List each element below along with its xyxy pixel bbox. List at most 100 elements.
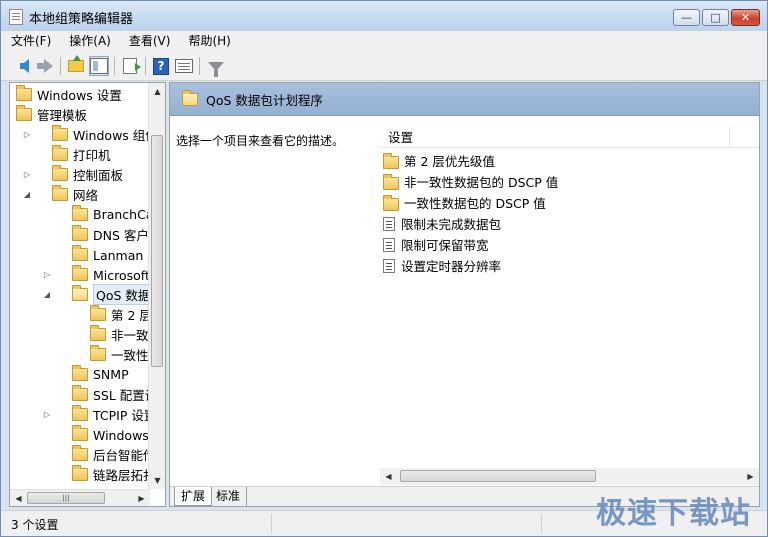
list-item-label: 设置定时器分辨率 [401,259,502,274]
tree-item[interactable]: SNMP [54,364,129,384]
list-item[interactable]: 限制未完成数据包 [383,213,501,234]
folder-icon [90,344,106,361]
list-item-label: 第 2 层优先级值 [404,154,495,169]
details-header: QoS 数据包计划程序 [170,83,759,116]
back-icon[interactable] [11,56,31,76]
folder-icon [72,364,88,381]
tree-item-label: 网络 [73,187,99,203]
toolbar-separator [199,57,200,75]
tree-item-label: 打印机 [73,147,111,163]
column-header[interactable]: 设置 [380,126,759,148]
title-bar[interactable]: 本地组策略编辑器 — □ ✕ [1,1,767,31]
tree-item-label: 控制面板 [73,167,124,183]
folder-icon [72,444,88,461]
tree-horizontal-scrollbar[interactable]: ◀ ||| ▶ [10,489,150,506]
details-horizontal-scrollbar[interactable]: ◀ ▶ [380,468,759,485]
folder-icon [52,124,68,141]
folder-icon [383,173,399,190]
tree-item[interactable]: ▷ TCPIP 设置 [44,404,156,424]
help-icon[interactable]: ? [151,56,171,76]
menu-file[interactable]: 文件(F) [1,31,59,51]
details-panel: QoS 数据包计划程序 选择一个项目来查看它的描述。 设置 第 2 层优先级值非… [169,82,760,507]
expand-arrow-icon[interactable]: ▷ [42,269,52,279]
folder-icon [72,464,88,481]
collapse-arrow-icon[interactable]: ◢ [42,289,52,299]
folder-icon [383,194,399,211]
scroll-up-icon[interactable]: ▲ [149,83,165,100]
policy-setting-icon [383,216,395,231]
folder-icon [90,324,106,341]
filter-icon[interactable] [206,56,226,77]
list-item-label: 限制未完成数据包 [401,217,502,232]
details-title: QoS 数据包计划程序 [206,92,323,108]
tree-item[interactable]: Windows 设置 [14,84,122,104]
menu-help[interactable]: 帮助(H) [178,31,238,51]
tree-item[interactable]: 管理模板 [14,104,87,124]
tab-extended[interactable]: 扩展 [174,487,213,506]
tree-item[interactable]: ◢ 网络 [24,184,99,204]
tree-item[interactable]: 打印机 [34,144,111,164]
tree-item-label: Windows 设置 [37,87,122,103]
details-hscroll-thumb[interactable] [400,470,596,482]
list-item[interactable]: 一致性数据包的 DSCP 值 [383,192,546,213]
expand-arrow-icon[interactable]: ▷ [22,129,32,139]
folder-icon [72,284,88,301]
list-item[interactable]: 第 2 层优先级值 [383,150,495,171]
scroll-right-icon[interactable]: ▶ [133,490,150,506]
forward-icon[interactable] [35,56,55,76]
tree-item[interactable]: ▷ Windows 组件 [24,124,158,144]
scroll-right-icon[interactable]: ▶ [742,468,759,485]
expand-arrow-icon[interactable]: ▷ [22,169,32,179]
tree-item[interactable]: ▷ 控制面板 [24,164,124,184]
status-separator [271,514,272,533]
scroll-down-icon[interactable]: ▼ [149,472,165,489]
menu-action[interactable]: 操作(A) [59,31,119,51]
folder-icon [72,424,88,441]
status-text: 3 个设置 [11,518,59,532]
scroll-left-icon[interactable]: ◀ [10,490,27,506]
policy-setting-icon [383,258,395,273]
scroll-left-icon[interactable]: ◀ [380,468,397,485]
list-item[interactable]: 非一致性数据包的 DSCP 值 [383,171,558,192]
list-item[interactable]: 限制可保留带宽 [383,234,489,255]
list-item-label: 一致性数据包的 DSCP 值 [404,196,546,211]
settings-list[interactable]: 设置 第 2 层优先级值非一致性数据包的 DSCP 值一致性数据包的 DSCP … [380,123,759,468]
maximize-button[interactable]: □ [702,9,729,26]
folder-icon [72,244,88,261]
folder-icon [16,104,32,121]
folder-icon [90,304,106,321]
column-header-settings[interactable]: 设置 [380,126,730,148]
tree-item[interactable]: DNS 客户端 [54,224,161,244]
description-text: 选择一个项目来查看它的描述。 [176,134,345,148]
folder-icon [72,384,88,401]
tab-standard[interactable]: 标准 [210,487,248,506]
policy-setting-icon [383,237,395,252]
properties-icon[interactable] [174,56,194,76]
tree-scroll-thumb[interactable] [151,135,163,367]
menu-view[interactable]: 查看(V) [119,31,179,51]
app-icon [9,9,23,25]
up-folder-icon[interactable] [66,55,86,76]
minimize-button[interactable]: — [673,9,700,26]
tree-item-label: SNMP [93,366,129,382]
collapse-arrow-icon[interactable]: ◢ [22,189,32,199]
editor-window: 本地组策略编辑器 — □ ✕ 文件(F) 操作(A) 查看(V) 帮助(H) ?… [0,0,768,537]
tree-item-label: 管理模板 [37,107,88,123]
folder-icon [52,144,68,161]
expand-arrow-icon[interactable]: ▷ [42,409,52,419]
toolbar-separator [145,57,146,75]
folder-icon [72,264,88,281]
menu-bar: 文件(F) 操作(A) 查看(V) 帮助(H) [1,31,767,51]
status-separator [541,514,542,533]
list-item[interactable]: 设置定时器分辨率 [383,255,501,276]
close-button[interactable]: ✕ [731,9,760,26]
tree-panel[interactable]: Windows 设置 管理模板 ▷ Windows 组件 打印机 ▷ 控制面板 ◢ 网络 Bran… [9,82,166,507]
show-hide-tree-icon[interactable] [89,56,109,76]
tree-vertical-scrollbar[interactable]: ▲ ▼ [148,83,165,489]
export-list-icon[interactable] [120,56,141,76]
folder-icon [16,84,32,101]
folder-icon [72,224,88,241]
window-title: 本地组策略编辑器 [29,12,134,27]
tree-hscroll-thumb[interactable]: ||| [27,492,105,504]
folder-icon [72,204,88,221]
